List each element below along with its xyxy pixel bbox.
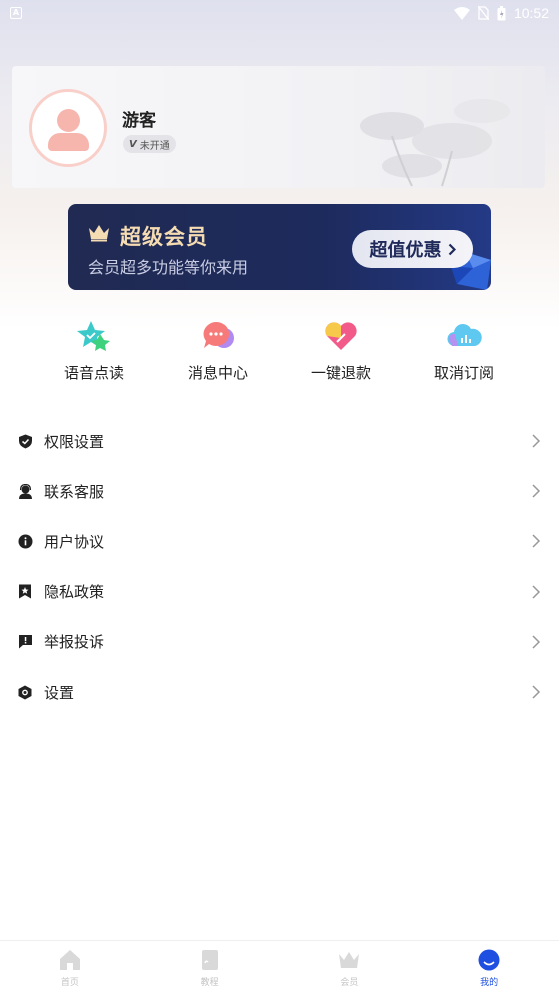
nav-label: 会员: [340, 978, 359, 988]
menu-item-label: 联系客服: [44, 482, 105, 501]
nav-label: 我的: [480, 978, 499, 988]
vip-offer-button[interactable]: 超值优惠: [352, 230, 473, 268]
menu-item-label: 设置: [44, 683, 75, 702]
heart-refund-icon: [325, 322, 357, 350]
shield-icon: [18, 434, 32, 449]
nav-home[interactable]: 首页: [0, 941, 140, 993]
vip-status-text: 未开通: [139, 140, 170, 152]
menu-item-privacy-policy[interactable]: 隐私政策: [0, 567, 559, 617]
nav-label: 首页: [60, 978, 79, 988]
vip-status-badge: V 未开通: [123, 135, 176, 153]
crown-icon: [339, 952, 360, 968]
home-icon: [59, 950, 80, 970]
menu-item-label: 用户协议: [44, 532, 105, 551]
quick-action-label: 一键退款: [310, 364, 371, 382]
menu-item-label: 权限设置: [44, 432, 105, 451]
quick-action-cancel-subscription[interactable]: 取消订阅: [409, 318, 519, 383]
cloud-chart-icon: [447, 324, 482, 347]
nav-membership[interactable]: 会员: [280, 941, 420, 993]
bottom-nav: 首页 教程 会员 我的: [0, 940, 559, 993]
quick-actions: 语音点读 消息中心 一键退款 取消订阅: [0, 318, 559, 388]
book-icon: [201, 950, 218, 970]
chat-bubble-icon: [203, 321, 234, 348]
avatar-body: [48, 133, 89, 151]
menu-list: 权限设置 联系客服 用户协议 隐私政策 举报投诉 设置: [0, 416, 559, 717]
bookmark-star-icon: [19, 584, 31, 599]
star-voice-icon: [77, 321, 110, 351]
clock: 10:52: [513, 5, 549, 21]
chevron-right-icon: [532, 685, 541, 699]
vip-title: 超级会员: [120, 225, 208, 249]
nav-label: 教程: [200, 978, 219, 988]
app-notification-icon: A: [10, 7, 22, 19]
no-sim-icon: [477, 6, 489, 20]
quick-action-voice-reading[interactable]: 语音点读: [39, 318, 149, 383]
headset-user-icon: [18, 483, 32, 499]
chevron-right-icon: [532, 635, 541, 649]
vip-banner[interactable]: 超级会员 会员超多功能等你来用 超值优惠: [68, 204, 491, 290]
avatar-head: [57, 109, 80, 132]
quick-action-label: 取消订阅: [433, 364, 494, 382]
chevron-right-icon: [448, 243, 456, 255]
quick-action-label: 消息中心: [187, 364, 248, 382]
crown-icon: [89, 225, 109, 242]
menu-item-settings[interactable]: 设置: [0, 667, 559, 717]
chevron-right-icon: [532, 434, 541, 448]
avatar[interactable]: [29, 89, 107, 167]
user-name: 游客: [122, 111, 156, 131]
profile-card[interactable]: 游客 V 未开通: [12, 66, 545, 188]
menu-item-report[interactable]: 举报投诉: [0, 617, 559, 667]
quick-action-refund[interactable]: 一键退款: [286, 318, 396, 383]
lotus-decoration-icon: [360, 99, 510, 187]
wifi-icon: [453, 6, 470, 20]
menu-item-customer-service[interactable]: 联系客服: [0, 466, 559, 516]
status-bar: A 10:52: [0, 0, 559, 26]
battery-icon: [497, 5, 506, 20]
chevron-right-icon: [532, 585, 541, 599]
menu-item-user-agreement[interactable]: 用户协议: [0, 516, 559, 566]
menu-item-permissions[interactable]: 权限设置: [0, 416, 559, 466]
vip-subtitle: 会员超多功能等你来用: [88, 258, 249, 277]
chevron-right-icon: [532, 534, 541, 548]
menu-item-label: 隐私政策: [44, 583, 105, 602]
nav-mine[interactable]: 我的: [419, 941, 559, 993]
nav-tutorial[interactable]: 教程: [140, 941, 280, 993]
info-icon: [18, 534, 32, 549]
report-bubble-icon: [18, 635, 32, 649]
menu-item-label: 举报投诉: [44, 633, 105, 652]
vip-offer-label: 超值优惠: [369, 240, 442, 261]
chevron-right-icon: [532, 484, 541, 498]
quick-action-message-center[interactable]: 消息中心: [163, 318, 273, 383]
settings-hexagon-icon: [18, 685, 32, 700]
vip-mark: V: [129, 138, 137, 150]
quick-action-label: 语音点读: [63, 364, 124, 382]
profile-face-icon: [478, 949, 500, 971]
